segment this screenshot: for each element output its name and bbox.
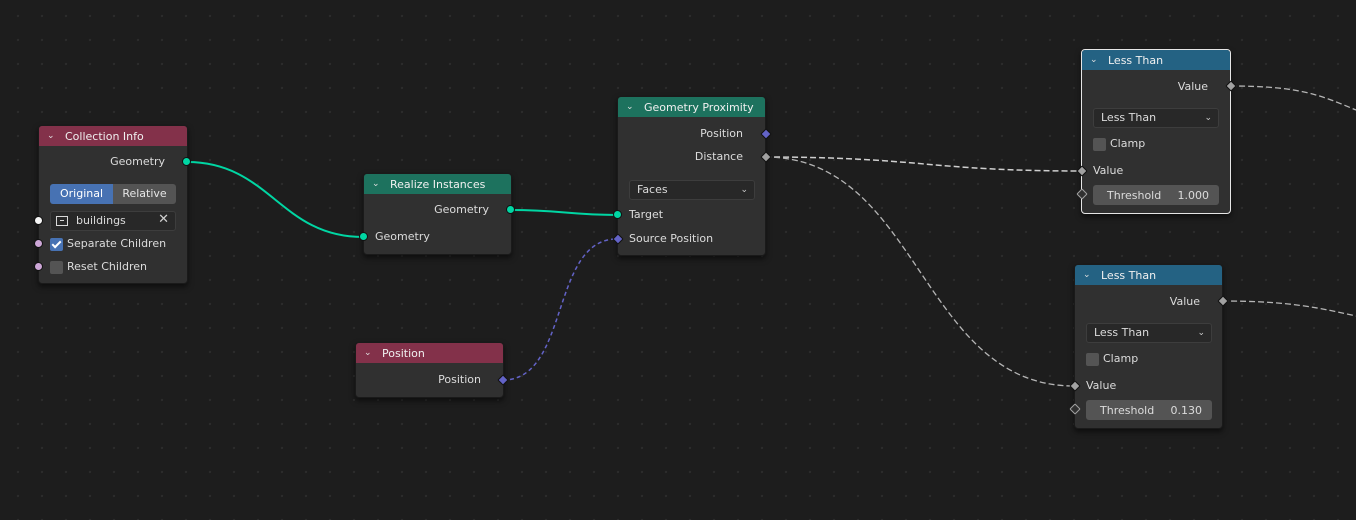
clamp-label: Clamp xyxy=(1110,137,1146,150)
less-than-header[interactable]: ⌄ Less Than xyxy=(1075,265,1222,285)
target-element-dropdown[interactable]: Faces ⌄ xyxy=(629,180,755,200)
clamp-checkbox[interactable] xyxy=(1086,353,1099,366)
threshold-value: 0.130 xyxy=(1170,403,1203,417)
separate-children-socket[interactable] xyxy=(34,239,43,248)
output-position-label: Position xyxy=(438,373,481,386)
original-button[interactable]: Original xyxy=(50,184,113,204)
output-value-label: Value xyxy=(1169,295,1200,308)
link-lessthan1-out xyxy=(1229,85,1356,111)
output-position-label: Position xyxy=(700,127,743,140)
input-geometry-label: Geometry xyxy=(375,230,430,243)
input-target-label: Target xyxy=(629,208,664,221)
operation-dropdown[interactable]: Less Than ⌄ xyxy=(1093,108,1219,128)
less-than-node-2[interactable]: ⌄ Less Than Value Less Than ⌄ Clamp Valu… xyxy=(1074,264,1223,429)
reset-children-socket[interactable] xyxy=(34,262,43,271)
link-collection-to-realize xyxy=(186,161,364,238)
input-value-label: Value xyxy=(1086,379,1117,392)
chevron-down-icon[interactable]: ⌄ xyxy=(626,102,636,112)
node-title: Position xyxy=(382,346,425,360)
link-position-to-source xyxy=(502,238,618,381)
chevron-down-icon: ⌄ xyxy=(1197,328,1205,338)
collection-info-header[interactable]: ⌄ Collection Info xyxy=(39,126,187,146)
clamp-checkbox[interactable] xyxy=(1093,138,1106,151)
relative-button[interactable]: Relative xyxy=(113,184,176,204)
operation-value: Less Than xyxy=(1094,326,1150,339)
collection-value: buildings xyxy=(76,214,126,227)
input-value-label: Value xyxy=(1093,164,1124,177)
node-title: Less Than xyxy=(1108,53,1164,67)
chevron-down-icon[interactable]: ⌄ xyxy=(364,348,374,358)
chevron-down-icon[interactable]: ⌄ xyxy=(1083,270,1093,280)
realize-geometry-input-socket[interactable] xyxy=(359,232,368,241)
collection-info-node[interactable]: ⌄ Collection Info Geometry Original Rela… xyxy=(38,125,188,284)
realize-instances-node[interactable]: ⌄ Realize Instances Geometry Geometry xyxy=(363,173,512,255)
clamp-label: Clamp xyxy=(1103,352,1139,365)
link-distance-to-lessthan2 xyxy=(764,156,1075,387)
chevron-down-icon[interactable]: ⌄ xyxy=(1090,55,1100,65)
threshold-label: Threshold xyxy=(1100,403,1155,417)
node-title: Collection Info xyxy=(65,129,144,143)
chevron-down-icon: ⌄ xyxy=(740,185,748,195)
threshold-label: Threshold xyxy=(1107,188,1162,202)
position-node[interactable]: ⌄ Position Position xyxy=(355,342,504,398)
output-distance-label: Distance xyxy=(694,150,743,163)
separate-children-checkbox[interactable] xyxy=(50,238,63,251)
proximity-target-input-socket[interactable] xyxy=(613,210,622,219)
output-geometry-label: Geometry xyxy=(434,203,489,216)
link-realize-to-proximity xyxy=(510,209,618,216)
realize-instances-header[interactable]: ⌄ Realize Instances xyxy=(364,174,511,194)
threshold-slider[interactable]: Threshold 1.000 xyxy=(1093,185,1219,205)
node-title: Realize Instances xyxy=(390,177,486,191)
collection-icon xyxy=(56,216,68,226)
transform-space-toggle[interactable]: Original Relative xyxy=(50,184,176,204)
geometry-proximity-node[interactable]: ⌄ Geometry Proximity Position Distance F… xyxy=(617,96,766,256)
operation-dropdown[interactable]: Less Than ⌄ xyxy=(1086,323,1212,343)
operation-value: Less Than xyxy=(1101,111,1157,124)
link-lessthan2-out xyxy=(1221,300,1356,317)
geometry-proximity-header[interactable]: ⌄ Geometry Proximity xyxy=(618,97,765,117)
less-than-header[interactable]: ⌄ Less Than xyxy=(1082,50,1230,70)
collection-field[interactable]: buildings ✕ xyxy=(50,211,176,231)
node-title: Geometry Proximity xyxy=(644,100,754,114)
threshold-slider[interactable]: Threshold 0.130 xyxy=(1086,400,1212,420)
output-geometry-label: Geometry xyxy=(110,155,165,168)
input-source-position-label: Source Position xyxy=(629,232,714,245)
output-value-label: Value xyxy=(1177,80,1208,93)
target-element-value: Faces xyxy=(637,183,668,196)
threshold-value: 1.000 xyxy=(1177,188,1210,202)
separate-children-label: Separate Children xyxy=(67,237,167,250)
close-icon[interactable]: ✕ xyxy=(158,212,169,227)
realize-geometry-output-socket[interactable] xyxy=(506,205,515,214)
collection-input-socket[interactable] xyxy=(34,216,43,225)
reset-children-label: Reset Children xyxy=(67,260,147,273)
position-header[interactable]: ⌄ Position xyxy=(356,343,503,363)
reset-children-checkbox[interactable] xyxy=(50,261,63,274)
chevron-down-icon[interactable]: ⌄ xyxy=(47,131,57,141)
link-distance-to-lessthan1 xyxy=(764,156,1082,172)
chevron-down-icon: ⌄ xyxy=(1204,113,1212,123)
less-than-node-1[interactable]: ⌄ Less Than Value Less Than ⌄ Clamp Valu… xyxy=(1081,49,1231,214)
node-title: Less Than xyxy=(1101,268,1157,282)
chevron-down-icon[interactable]: ⌄ xyxy=(372,179,382,189)
collection-info-geometry-output-socket[interactable] xyxy=(182,157,191,166)
